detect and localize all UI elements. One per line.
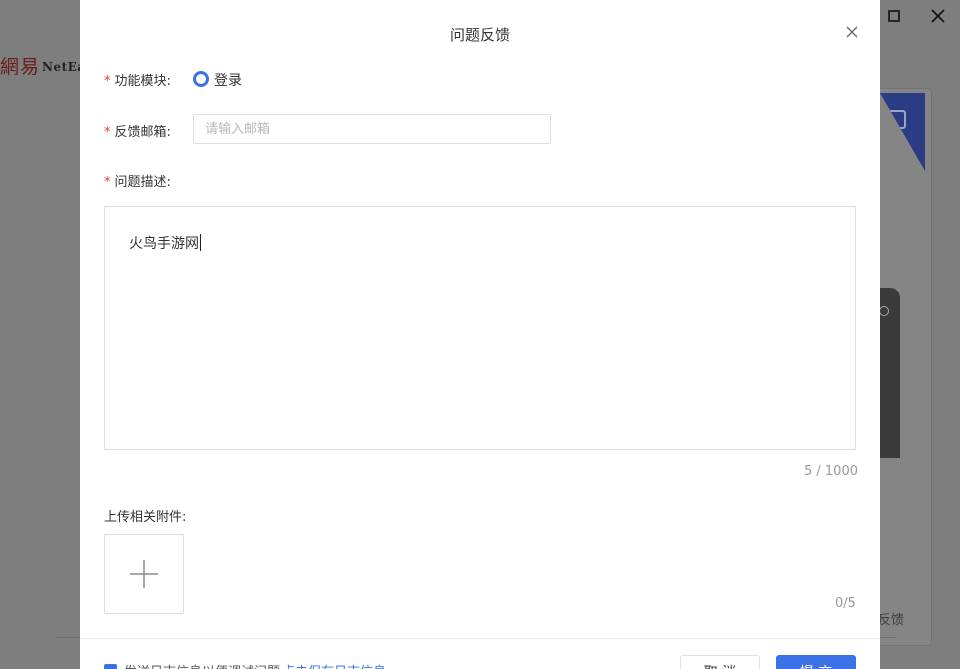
upload-attachment-button[interactable] [104, 534, 184, 614]
description-label: * 问题描述: [104, 171, 171, 190]
close-icon [931, 9, 945, 23]
maximize-icon [888, 10, 900, 22]
dialog-close-button[interactable] [844, 24, 860, 40]
device-camera-icon [879, 306, 889, 316]
netease-logo-cn: 網易 [0, 56, 41, 78]
side-feedback-label[interactable]: 反馈 [878, 609, 904, 628]
description-text: 火鸟手游网 [129, 233, 201, 253]
close-icon [846, 26, 858, 38]
plus-icon [130, 560, 158, 588]
required-mark: * [104, 175, 111, 190]
send-log-label[interactable]: 发送日志信息以便调试问题 [124, 661, 280, 669]
email-label-text: 反馈邮箱: [114, 125, 171, 140]
description-value: 火鸟手游网 [129, 236, 199, 252]
email-label: * 反馈邮箱: [104, 121, 171, 140]
attachments-label: 上传相关附件: [104, 510, 187, 525]
module-label: * 功能模块: [104, 70, 171, 89]
text-caret [200, 234, 201, 251]
feedback-dialog: 问题反馈 *功能模块: 登录 *反馈邮箱: *问题描述: 火鸟手游网 5 / 1… [80, 0, 880, 669]
description-label-text: 问题描述: [114, 175, 171, 190]
dialog-title: 问题反馈 [449, 26, 510, 44]
description-textarea[interactable]: 火鸟手游网 [104, 206, 856, 450]
required-mark: * [104, 125, 111, 140]
maximize-window-button[interactable] [884, 6, 904, 26]
save-log-link[interactable]: 点击保存日志信息 [282, 661, 386, 669]
required-mark: * [104, 74, 111, 89]
cancel-button[interactable]: 取 消 [680, 655, 760, 669]
submit-button[interactable]: 提 交 [776, 655, 856, 669]
footer-divider [80, 638, 880, 639]
close-window-button[interactable] [928, 6, 948, 26]
email-input[interactable] [193, 114, 551, 144]
module-radio-login-label[interactable]: 登录 [214, 70, 242, 90]
attachment-counter: 0/5 [835, 596, 856, 611]
send-log-checkbox[interactable] [104, 664, 117, 669]
module-radio-login[interactable] [193, 71, 209, 87]
module-label-text: 功能模块: [114, 74, 171, 89]
description-char-counter: 5 / 1000 [804, 464, 858, 479]
